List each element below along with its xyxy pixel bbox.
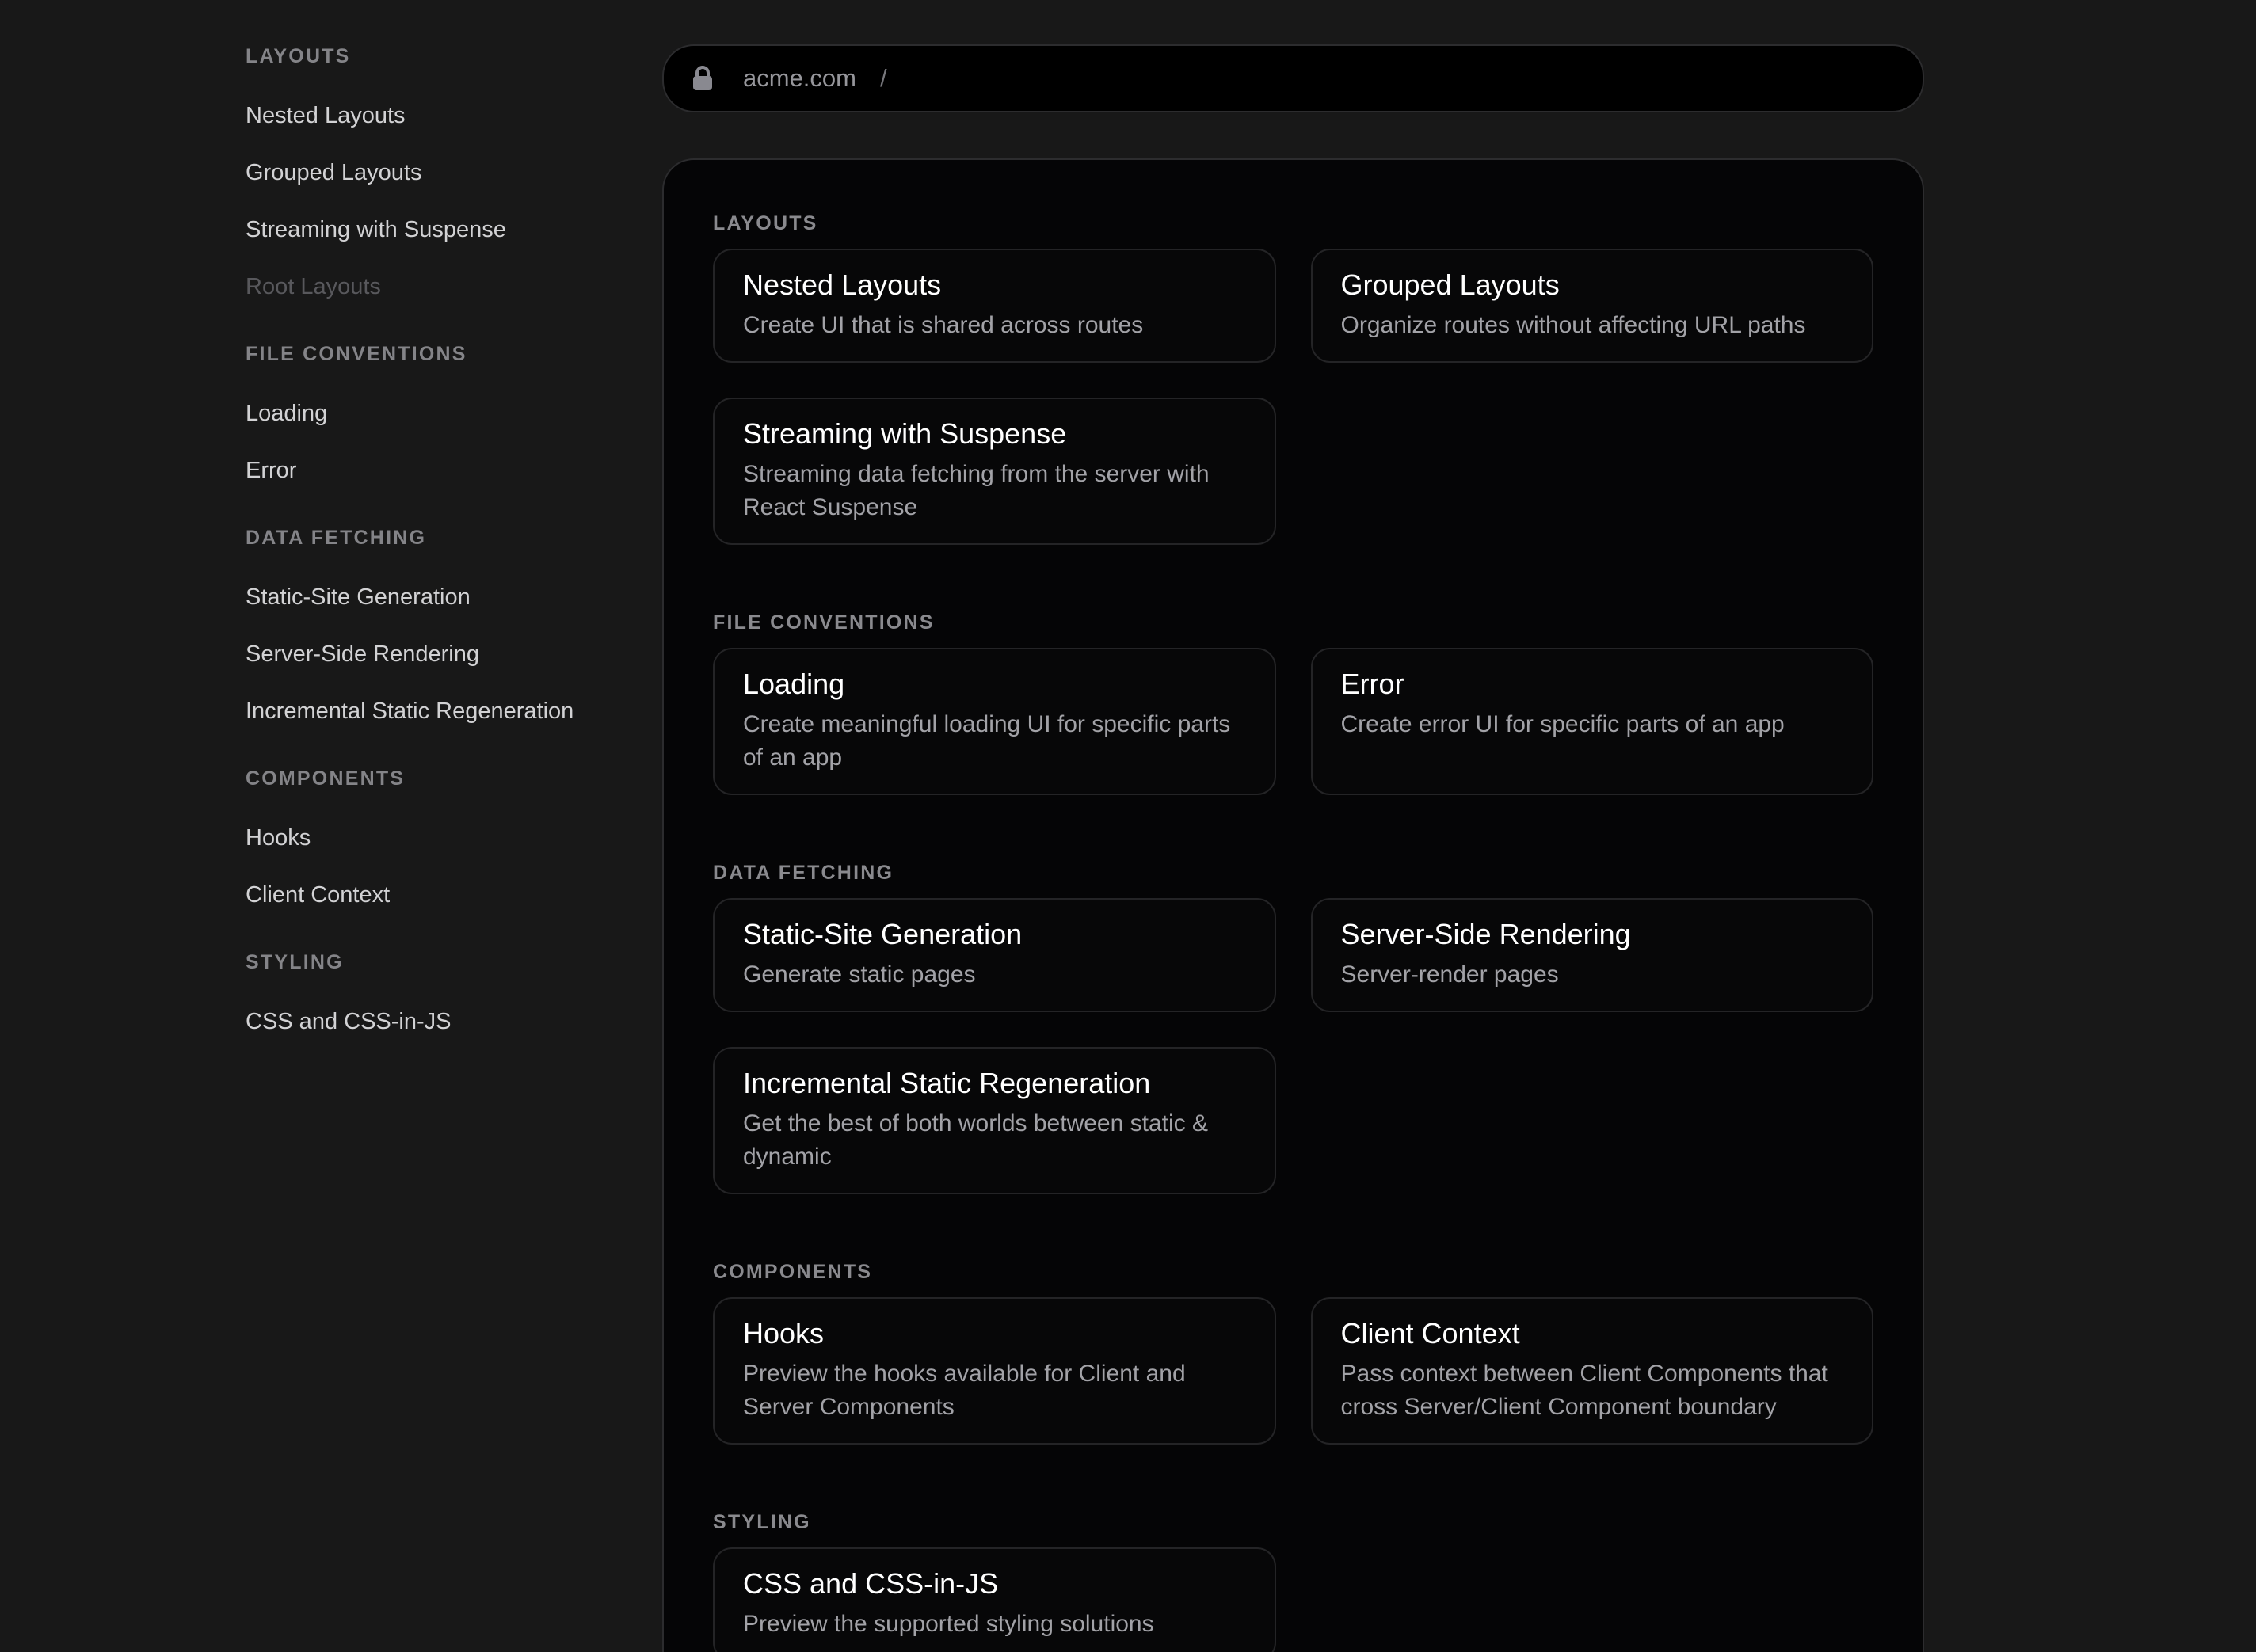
sidebar-item-streaming-with-suspense[interactable]: Streaming with Suspense bbox=[246, 201, 631, 258]
sidebar-item-css-and-css-in-js[interactable]: CSS and CSS-in-JS bbox=[246, 993, 631, 1050]
sidebar-section-data-fetching: DATA FETCHING Static-Site GenerationServe… bbox=[246, 526, 631, 740]
section-label: COMPONENTS bbox=[713, 1259, 1873, 1285]
sidebar-item-hooks[interactable]: Hooks bbox=[246, 809, 631, 866]
content-section-layouts: LAYOUTS Nested Layouts Create UI that is s… bbox=[713, 211, 1873, 545]
lock-icon bbox=[692, 66, 713, 91]
card-loading[interactable]: Loading Create meaningful loading UI for … bbox=[713, 648, 1276, 795]
card-description: Streaming data fetching from the server … bbox=[743, 458, 1246, 524]
card-grid: CSS and CSS-in-JS Preview the supported s… bbox=[713, 1547, 1873, 1652]
content-section-data-fetching: DATA FETCHING Static-Site Generation Gener… bbox=[713, 860, 1873, 1194]
sidebar-section-components: COMPONENTS HooksClient Context bbox=[246, 767, 631, 923]
card-server-side-rendering[interactable]: Server-Side Rendering Server-render pages bbox=[1311, 898, 1874, 1012]
address-bar[interactable]: acme.com / bbox=[662, 44, 1924, 112]
card-title: Server-Side Rendering bbox=[1341, 919, 1844, 950]
card-css-and-css-in-js[interactable]: CSS and CSS-in-JS Preview the supported s… bbox=[713, 1547, 1276, 1652]
sidebar-item-error[interactable]: Error bbox=[246, 442, 631, 499]
card-description: Preview the hooks available for Client a… bbox=[743, 1357, 1246, 1424]
main-area: acme.com / LAYOUTS Nested Layouts Create U… bbox=[662, 0, 1924, 1652]
sidebar-section-layouts: LAYOUTS Nested LayoutsGrouped LayoutsStre… bbox=[246, 44, 631, 315]
card-title: Hooks bbox=[743, 1318, 1246, 1349]
sidebar-section-label: FILE CONVENTIONS bbox=[246, 342, 631, 366]
right-gutter bbox=[1924, 0, 2256, 1652]
card-description: Pass context between Client Components t… bbox=[1341, 1357, 1844, 1424]
card-error[interactable]: Error Create error UI for specific parts … bbox=[1311, 648, 1874, 795]
sidebar-item-loading[interactable]: Loading bbox=[246, 385, 631, 442]
card-description: Get the best of both worlds between stat… bbox=[743, 1107, 1246, 1174]
card-grid: Loading Create meaningful loading UI for … bbox=[713, 648, 1873, 795]
card-title: Static-Site Generation bbox=[743, 919, 1246, 950]
card-title: Incremental Static Regeneration bbox=[743, 1068, 1246, 1099]
card-title: Grouped Layouts bbox=[1341, 269, 1844, 301]
card-description: Generate static pages bbox=[743, 958, 1246, 992]
sidebar-item-incremental-static-regeneration[interactable]: Incremental Static Regeneration bbox=[246, 683, 631, 740]
sidebar-section-label: DATA FETCHING bbox=[246, 526, 631, 550]
content-section-styling: STYLING CSS and CSS-in-JS Preview the supp… bbox=[713, 1509, 1873, 1652]
sidebar-section-file-conventions: FILE CONVENTIONS LoadingError bbox=[246, 342, 631, 499]
card-title: Streaming with Suspense bbox=[743, 418, 1246, 450]
card-description: Preview the supported styling solutions bbox=[743, 1608, 1246, 1641]
section-label: STYLING bbox=[713, 1509, 1873, 1535]
sidebar-item-server-side-rendering[interactable]: Server-Side Rendering bbox=[246, 626, 631, 683]
sidebar-item-nested-layouts[interactable]: Nested Layouts bbox=[246, 87, 631, 144]
sidebar-section-label: COMPONENTS bbox=[246, 767, 631, 790]
section-label: LAYOUTS bbox=[713, 211, 1873, 236]
card-description: Create meaningful loading UI for specifi… bbox=[743, 708, 1246, 775]
card-streaming-with-suspense[interactable]: Streaming with Suspense Streaming data fe… bbox=[713, 398, 1276, 545]
sidebar-section-label: LAYOUTS bbox=[246, 44, 631, 68]
card-description: Create UI that is shared across routes bbox=[743, 309, 1246, 342]
sidebar-section-label: STYLING bbox=[246, 950, 631, 974]
card-hooks[interactable]: Hooks Preview the hooks available for Cli… bbox=[713, 1297, 1276, 1445]
sidebar-item-client-context[interactable]: Client Context bbox=[246, 866, 631, 923]
card-incremental-static-regeneration[interactable]: Incremental Static Regeneration Get the b… bbox=[713, 1047, 1276, 1194]
card-title: CSS and CSS-in-JS bbox=[743, 1568, 1246, 1600]
sidebar-section-styling: STYLING CSS and CSS-in-JS bbox=[246, 950, 631, 1050]
card-title: Loading bbox=[743, 668, 1246, 700]
sidebar-item-grouped-layouts[interactable]: Grouped Layouts bbox=[246, 144, 631, 201]
content-section-file-conventions: FILE CONVENTIONS Loading Create meaningful… bbox=[713, 610, 1873, 795]
content-panel: LAYOUTS Nested Layouts Create UI that is s… bbox=[662, 158, 1924, 1652]
card-nested-layouts[interactable]: Nested Layouts Create UI that is shared a… bbox=[713, 249, 1276, 363]
sidebar-item-root-layouts: Root Layouts bbox=[246, 258, 631, 315]
card-grouped-layouts[interactable]: Grouped Layouts Organize routes without a… bbox=[1311, 249, 1874, 363]
card-title: Client Context bbox=[1341, 1318, 1844, 1349]
card-description: Create error UI for specific parts of an… bbox=[1341, 708, 1844, 741]
card-title: Nested Layouts bbox=[743, 269, 1246, 301]
card-grid: Static-Site Generation Generate static pa… bbox=[713, 898, 1873, 1194]
section-label: DATA FETCHING bbox=[713, 860, 1873, 885]
card-grid: Hooks Preview the hooks available for Cli… bbox=[713, 1297, 1873, 1445]
card-description: Organize routes without affecting URL pa… bbox=[1341, 309, 1844, 342]
app-background: LAYOUTSNested LayoutsGrouped LayoutsStre… bbox=[0, 0, 2256, 1652]
section-label: FILE CONVENTIONS bbox=[713, 610, 1873, 635]
sidebar-item-static-site-generation[interactable]: Static-Site Generation bbox=[246, 569, 631, 626]
content-section-components: COMPONENTS Hooks Preview the hooks availab… bbox=[713, 1259, 1873, 1445]
card-static-site-generation[interactable]: Static-Site Generation Generate static pa… bbox=[713, 898, 1276, 1012]
card-description: Server-render pages bbox=[1341, 958, 1844, 992]
card-client-context[interactable]: Client Context Pass context between Clien… bbox=[1311, 1297, 1874, 1445]
card-grid: Nested Layouts Create UI that is shared a… bbox=[713, 249, 1873, 545]
sidebar: LAYOUTS Nested LayoutsGrouped LayoutsStre… bbox=[0, 0, 662, 1652]
address-domain: acme.com bbox=[743, 64, 856, 93]
address-path-separator: / bbox=[880, 64, 887, 93]
card-title: Error bbox=[1341, 668, 1844, 700]
